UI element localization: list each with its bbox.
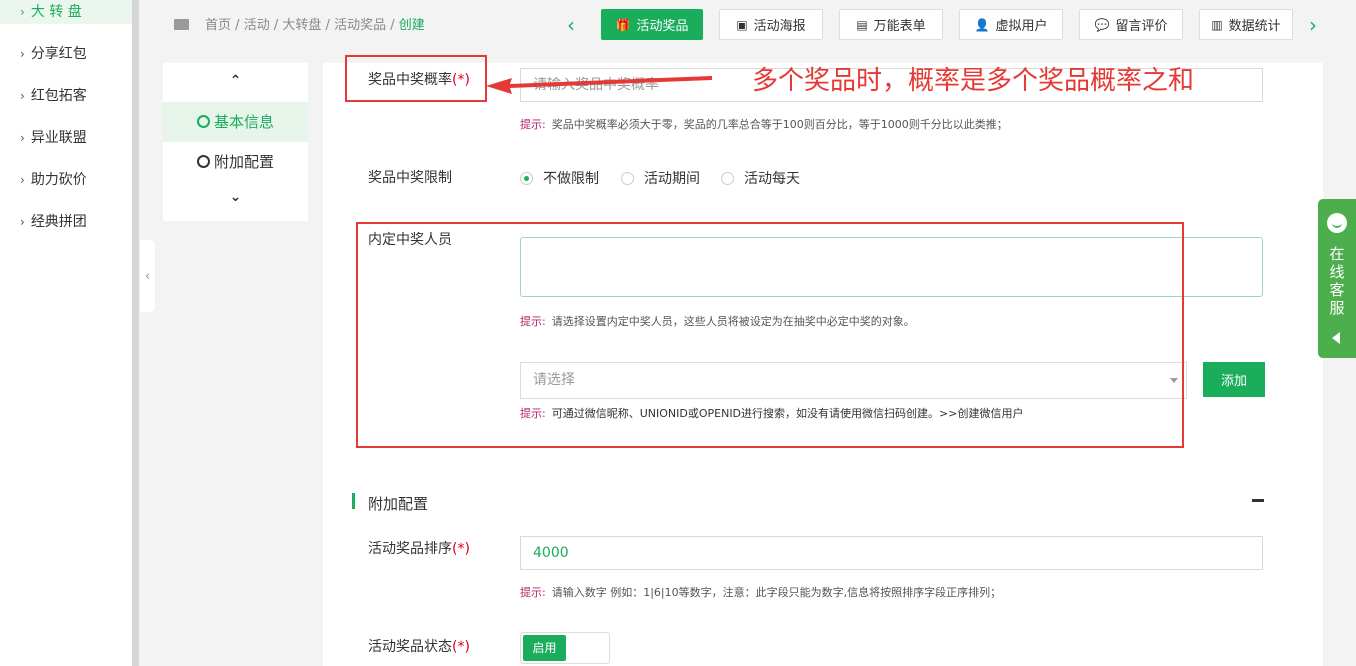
tab-label: 万能表单 [873,19,926,34]
tab-forms[interactable]: ▤ 万能表单 [839,9,943,40]
image-icon: ▣ [736,17,748,32]
win-rate-hint: 提示: 奖品中奖概率必须大于零，奖品的几率总合等于100则百分比，等于1000则千… [520,118,1008,131]
chevron-left-icon: ‹ [145,269,150,283]
folder-icon [174,19,189,30]
tabs-next-arrow[interactable]: › [1309,12,1317,38]
online-service-label: 在线客服 [1329,245,1345,317]
gift-icon: 🎁 [615,17,631,32]
circle-icon [196,115,210,128]
breadcrumb-activity[interactable]: 活动 [244,18,270,33]
sidebar-item-label: 经典拼团 [30,214,87,230]
nav-label: 附加配置 [213,153,274,171]
circle-icon [196,155,210,168]
add-user-icon: 👤 [974,17,990,32]
required-mark: (*) [452,639,470,655]
chevron-up-icon[interactable]: ⌃ [163,73,308,89]
chevron-right-icon: › [20,131,25,145]
breadcrumb-separator: / [325,18,330,33]
radio-dot [520,172,533,185]
minus-icon[interactable] [1252,499,1264,502]
tab-label: 活动海报 [753,19,806,34]
breadcrumb-home[interactable]: 首页 [205,18,231,33]
chevron-right-icon: › [20,5,25,19]
extra-config-title: 附加配置 [368,495,429,513]
online-service-widget[interactable]: 在线客服 [1318,199,1356,358]
annotation-arrow [486,76,712,94]
sort-hint: 提示: 请输入数字 例如：1|6|10等数字，注意：此字段只能为数字,信息将按照排… [520,586,1002,599]
select-placeholder: 请选择 [533,372,575,388]
winner-select[interactable]: 请选择 [520,362,1187,399]
annotation-note: 多个奖品时，概率是多个奖品概率之和 [752,66,1195,96]
sidebar-item-alliance[interactable]: › 异业联盟 [20,127,87,149]
breadcrumb-separator: / [235,18,240,33]
tab-prizes[interactable]: 🎁 活动奖品 [601,9,703,40]
form-section-nav: ⌃ 基本信息 附加配置 ⌄ [163,63,308,221]
breadcrumb: 首页 / 活动 / 大转盘 / 活动奖品 / 创建 [174,14,425,33]
radio-daily[interactable]: 活动每天 [721,168,800,188]
radio-during-activity[interactable]: 活动期间 [621,168,700,188]
status-toggle[interactable]: 启用 [520,632,610,664]
tab-label: 数据统计 [1228,19,1281,34]
bar-chart-icon: ▥ [1211,17,1223,32]
sidebar-item-bargain[interactable]: › 助力砍价 [20,169,87,191]
breadcrumb-prizes[interactable]: 活动奖品 [334,18,386,33]
nav-basic-info[interactable]: 基本信息 [163,102,308,142]
form-panel: 奖品中奖概率(*) 提示:奖品中奖概率必须大于零，奖品的几率总合等于100则百分… [323,63,1323,666]
sort-label: 活动奖品排序(*) [368,541,470,557]
section-marker [352,493,355,509]
win-limit-label: 奖品中奖限制 [368,170,452,186]
breadcrumb-current: 创建 [398,18,425,33]
comments-icon: 💬 [1094,17,1110,32]
chevron-right-icon: › [20,173,25,187]
tabs-prev-arrow[interactable]: ‹ [567,12,575,38]
nav-extra-config[interactable]: 附加配置 [163,142,308,182]
file-icon: ▤ [856,17,868,32]
tab-statistics[interactable]: ▥ 数据统计 [1199,9,1293,40]
chevron-down-icon[interactable]: ⌄ [163,189,308,205]
chevron-right-icon: › [20,89,25,103]
sidebar-item-redpacket-customers[interactable]: › 红包拓客 [20,85,87,107]
tab-label: 虚拟用户 [995,19,1048,34]
smile-icon [1327,213,1347,233]
breadcrumb-wheel[interactable]: 大转盘 [282,18,321,33]
chevron-right-icon: › [20,47,25,61]
sidebar-scrollbar[interactable] [132,0,139,666]
caret-down-icon [1170,378,1178,383]
status-label: 活动奖品状态(*) [368,639,470,655]
add-winner-button[interactable]: 添加 [1203,362,1265,397]
winner-search-hint: 提示: 可通过微信昵称、UNIONID或OPENID进行搜索，如没有请使用微信扫码… [520,407,1024,420]
tab-label: 活动奖品 [636,19,689,34]
create-wechat-user-link[interactable]: >>创建微信用户 [939,407,1023,420]
win-rate-label: 奖品中奖概率(*) [368,72,470,88]
required-mark: (*) [452,541,470,557]
breadcrumb-separator: / [390,18,395,33]
radio-dot [721,172,734,185]
sidebar-item-wheel[interactable]: › 大 转 盘 [20,1,82,23]
sidebar-item-share-redpacket[interactable]: › 分享红包 [20,43,87,65]
designated-winners-label: 内定中奖人员 [368,232,452,248]
designated-winners-hint: 提示: 请选择设置内定中奖人员，这些人员将被设定为在抽奖中必定中奖的对象。 [520,315,915,328]
sidebar-item-label: 异业联盟 [30,130,87,146]
toggle-on-label: 启用 [523,635,566,661]
required-mark: (*) [452,72,470,88]
radio-dot [621,172,634,185]
sidebar-item-label: 分享红包 [30,46,87,62]
tab-posters[interactable]: ▣ 活动海报 [719,9,823,40]
tab-comments[interactable]: 💬 留言评价 [1079,9,1183,40]
nav-label: 基本信息 [213,113,274,131]
sidebar-collapse-button[interactable]: ‹ [140,240,155,312]
sidebar-item-label: 助力砍价 [30,172,87,188]
tab-virtual-users[interactable]: 👤 虚拟用户 [959,9,1063,40]
sidebar-item-label: 大 转 盘 [30,4,82,20]
tab-label: 留言评价 [1115,19,1168,34]
caret-left-icon [1332,332,1340,344]
sidebar-item-group-buy[interactable]: › 经典拼团 [20,211,87,233]
sort-input[interactable] [520,536,1263,570]
sidebar: › 大 转 盘 › 分享红包 › 红包拓客 › 异业联盟 › 助力砍价 › 经典拼团 [0,0,132,666]
radio-no-limit[interactable]: 不做限制 [520,168,599,188]
designated-winners-box[interactable] [520,237,1263,297]
chevron-right-icon: › [20,215,25,229]
sidebar-item-label: 红包拓客 [30,88,87,104]
breadcrumb-separator: / [273,18,279,33]
